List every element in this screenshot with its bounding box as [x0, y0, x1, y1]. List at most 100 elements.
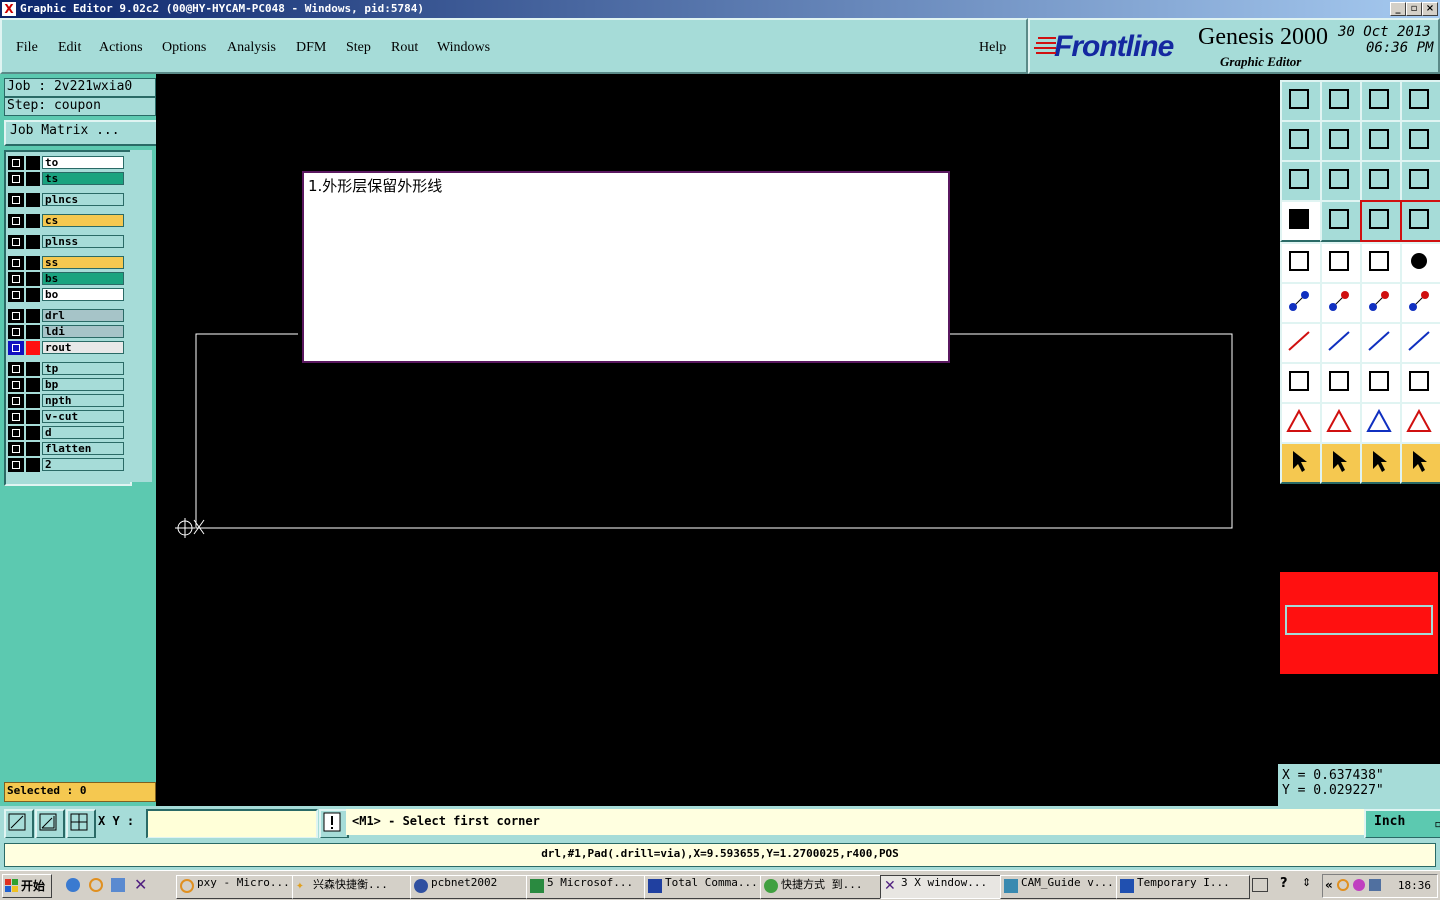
layer-row-ss[interactable]: ss: [8, 256, 126, 270]
layer-row-ts[interactable]: ts: [8, 172, 126, 186]
layer-visibility-toggle[interactable]: [8, 235, 24, 249]
snap-end-button[interactable]: [1360, 282, 1402, 324]
zoom-home-button[interactable]: [1280, 80, 1322, 122]
menu-options[interactable]: Options: [162, 40, 206, 56]
arc-draw-button[interactable]: [1360, 322, 1402, 364]
menu-actions[interactable]: Actions: [99, 40, 143, 56]
layer-row-ldi[interactable]: ldi: [8, 325, 126, 339]
units-button[interactable]: Inch ▫: [1364, 809, 1440, 839]
task-cam-guide[interactable]: CAM_Guide v...: [1000, 875, 1134, 899]
triangle-red-button[interactable]: [1320, 402, 1362, 444]
task-pxy[interactable]: pxy - Micro...: [176, 875, 310, 899]
pad-feature-button[interactable]: [1280, 242, 1322, 284]
task-microsoft[interactable]: 5 Microsof...: [526, 875, 662, 899]
pointer-box-button[interactable]: [1320, 442, 1362, 484]
alert-button[interactable]: [319, 809, 349, 839]
menu-dfm[interactable]: DFM: [296, 40, 326, 56]
menu-rout[interactable]: Rout: [391, 40, 418, 56]
layer-row-d[interactable]: d: [8, 426, 126, 440]
task-pcbnet[interactable]: pcbnet2002: [410, 875, 544, 899]
triangle-small-button[interactable]: [1280, 402, 1322, 444]
layer-visibility-toggle[interactable]: [8, 325, 24, 339]
snap-angle-button[interactable]: [35, 809, 65, 839]
measure-ruler-button[interactable]: [1360, 242, 1402, 284]
triangle-split-button[interactable]: [1400, 402, 1440, 444]
grid-snap-button[interactable]: [66, 809, 96, 839]
layer-row-flatten[interactable]: flatten: [8, 442, 126, 456]
keyboard-icon[interactable]: [1252, 878, 1268, 892]
layer-row-plnss[interactable]: plnss: [8, 235, 126, 249]
layer-visibility-toggle[interactable]: [8, 272, 24, 286]
tray-network-icon[interactable]: [1369, 879, 1381, 891]
start-button[interactable]: 开始: [2, 874, 52, 898]
layer-row-2[interactable]: 2: [8, 458, 126, 472]
layer-visibility-toggle[interactable]: [8, 172, 24, 186]
align-button[interactable]: [1400, 322, 1440, 364]
zoom-save-button[interactable]: [1320, 80, 1362, 122]
pan-left-button[interactable]: [1280, 120, 1322, 162]
pointer-select-button[interactable]: [1280, 442, 1322, 484]
help-icon[interactable]: ?: [1280, 876, 1288, 891]
net-highlight-button[interactable]: [1360, 200, 1402, 242]
app-quicklaunch-icon[interactable]: [89, 878, 103, 892]
layer-visibility-toggle[interactable]: [8, 442, 24, 456]
grid-view-button[interactable]: [1320, 200, 1362, 242]
layer-row-plncs[interactable]: plncs: [8, 193, 126, 207]
redraw-button[interactable]: [1400, 120, 1440, 162]
pointer-circle-button[interactable]: [1360, 442, 1402, 484]
menu-analysis[interactable]: Analysis: [227, 40, 276, 56]
scale-1-2-button[interactable]: [1360, 160, 1402, 202]
layer-row-npth[interactable]: npth: [8, 394, 126, 408]
window-title-bar[interactable]: X Graphic Editor 9.02c2 (00@HY-HYCAM-PC0…: [0, 0, 1440, 18]
line-angle-button[interactable]: [1280, 322, 1322, 364]
menu-step[interactable]: Step: [346, 40, 371, 56]
move-feature-button[interactable]: [1280, 362, 1322, 404]
task-x-window[interactable]: ✕ 3 X window...: [880, 875, 1018, 899]
scroll-icon[interactable]: ⇕: [1302, 876, 1311, 889]
layer-visibility-toggle[interactable]: [8, 458, 24, 472]
note-popup[interactable]: 1.外形层保留外形线: [302, 171, 950, 363]
layer-row-tp[interactable]: tp: [8, 362, 126, 376]
graphic-canvas[interactable]: 1.外形层保留外形线: [156, 74, 1278, 806]
layer-visibility-toggle[interactable]: [8, 193, 24, 207]
tray-media-icon[interactable]: [1353, 879, 1365, 891]
pointer-path-button[interactable]: [1400, 442, 1440, 484]
layer-visibility-toggle[interactable]: [8, 309, 24, 323]
layer-visibility-toggle[interactable]: [8, 214, 24, 228]
snap-mid-button[interactable]: [1400, 282, 1440, 324]
layer-row-bo[interactable]: bo: [8, 288, 126, 302]
trim-line-button[interactable]: [1320, 362, 1362, 404]
fit-profile-button[interactable]: [1320, 160, 1362, 202]
help-query-button[interactable]: [1400, 160, 1440, 202]
layer-visibility-toggle[interactable]: [8, 362, 24, 376]
point-button[interactable]: [1400, 242, 1440, 284]
net-select-button[interactable]: [1400, 200, 1440, 242]
layer-visibility-toggle[interactable]: [8, 288, 24, 302]
layer-row-bs[interactable]: bs: [8, 272, 126, 286]
layer-visibility-toggle[interactable]: [8, 256, 24, 270]
xy-input[interactable]: [146, 809, 318, 839]
task-total-commander[interactable]: Total Comma...: [644, 875, 778, 899]
layer-visibility-toggle[interactable]: [8, 378, 24, 392]
clear-screen-button[interactable]: [1280, 200, 1322, 242]
desktop-quicklaunch-icon[interactable]: [111, 878, 125, 892]
task-temporary[interactable]: Temporary I...: [1116, 875, 1250, 899]
copy-feature-button[interactable]: [1400, 362, 1440, 404]
line-draw-button[interactable]: [1320, 322, 1362, 364]
layer-visibility-toggle[interactable]: [8, 410, 24, 424]
restore-button[interactable]: ▫: [1406, 2, 1422, 16]
task-xingsen[interactable]: ✦ 兴森快捷衡...: [292, 875, 428, 899]
snap-mode-button[interactable]: [4, 809, 34, 839]
xwin-quicklaunch-icon[interactable]: ✕: [134, 875, 147, 894]
dimension-button[interactable]: [1360, 362, 1402, 404]
layer-row-rout[interactable]: rout: [8, 341, 126, 355]
snap-points-button[interactable]: [1280, 282, 1322, 324]
ie-quicklaunch-icon[interactable]: [66, 878, 80, 892]
fit-all-button[interactable]: [1280, 160, 1322, 202]
triangle-blue-button[interactable]: [1360, 402, 1402, 444]
tray-expand-icon[interactable]: «: [1325, 878, 1333, 892]
menu-help[interactable]: Help: [979, 40, 1006, 56]
close-button[interactable]: ×: [1422, 2, 1438, 16]
menu-file[interactable]: File: [16, 40, 38, 56]
snap-center-button[interactable]: [1320, 282, 1362, 324]
